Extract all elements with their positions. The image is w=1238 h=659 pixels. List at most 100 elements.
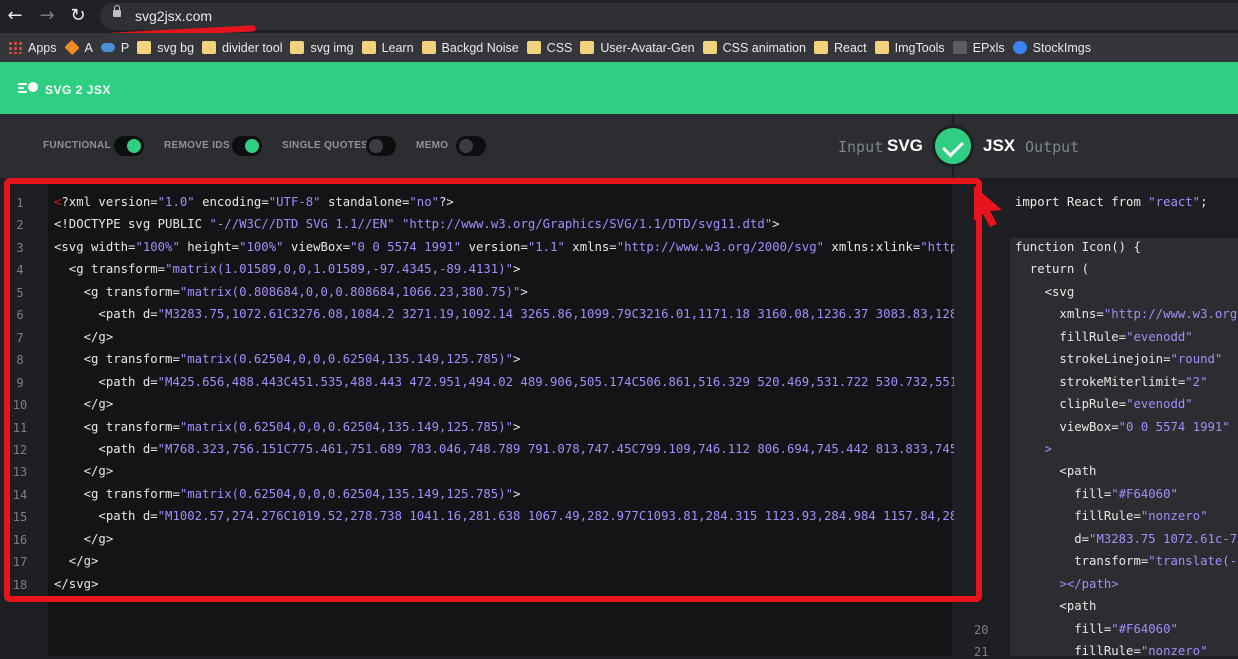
- code-line: <path: [1015, 599, 1097, 614]
- bookmark-p[interactable]: P: [100, 40, 130, 55]
- back-arrow-icon[interactable]: ←: [5, 6, 25, 26]
- line-number: 11: [12, 420, 28, 435]
- line-number: 16: [12, 532, 28, 547]
- code-line: viewBox="0 0 5574 1991": [1015, 419, 1230, 434]
- forward-arrow-icon[interactable]: →: [37, 6, 57, 26]
- line-number: 7: [16, 330, 24, 345]
- bookmark-label: svg bg: [157, 40, 195, 55]
- bookmark-svg-img[interactable]: svg img: [290, 41, 354, 55]
- folder-icon: [814, 41, 828, 54]
- stock-icon: [1012, 41, 1027, 54]
- bookmark-label: Apps: [28, 40, 57, 55]
- reload-icon[interactable]: ↻: [68, 6, 88, 26]
- bookmark-imgtools[interactable]: ImgTools: [874, 40, 945, 55]
- code-line: <!DOCTYPE svg PUBLIC "-//W3C//DTD SVG 1.…: [54, 217, 780, 232]
- code-line: fillRule="nonzero": [1015, 644, 1208, 656]
- logo-icon: [18, 80, 38, 94]
- code-line: <path d="M768.323,756.151C775.461,751.68…: [54, 441, 1002, 456]
- ep-icon: [952, 41, 967, 54]
- bookmark-react[interactable]: React: [814, 41, 867, 55]
- url-text: svg2jsx.com: [135, 8, 213, 24]
- code-line: >: [1044, 441, 1053, 456]
- line-number: 10: [12, 398, 28, 413]
- folder-icon: [874, 41, 889, 54]
- code-line: fill="#F64060": [1015, 486, 1178, 501]
- bookmark-label: CSS animation: [722, 40, 806, 55]
- bookmark-label: ImgTools: [894, 40, 945, 55]
- option-remove-ids-label: REMOVE IDS: [164, 140, 230, 151]
- code-line: <g transform="matrix(0.808684,0,0,0.8086…: [54, 284, 528, 299]
- folder-icon: [290, 41, 305, 54]
- box-icon: [63, 39, 80, 56]
- bookmark-learn[interactable]: Learn: [361, 40, 414, 55]
- line-number: 1: [16, 196, 24, 210]
- code-line: <path: [1015, 464, 1097, 479]
- line-number: 6: [16, 308, 24, 323]
- output-editor[interactable]: import React from "react"; function Icon(…: [1010, 178, 1238, 656]
- bookmark-label: EPxls: [972, 40, 1005, 55]
- line-number: 8: [16, 353, 24, 368]
- address-bar[interactable]: svg2jsx.com: [100, 3, 1238, 30]
- toggle-functional[interactable]: [114, 136, 144, 156]
- line-number: 2: [16, 218, 24, 233]
- folder-icon: [421, 41, 436, 54]
- code-line: strokeMiterlimit="2": [1015, 374, 1208, 389]
- code-line: </g>: [54, 531, 114, 546]
- code-line: xmlns="http://www.w3.org/2: [1015, 307, 1238, 322]
- toggle-single-quotes[interactable]: [366, 136, 396, 156]
- bookmark-label: A: [84, 40, 93, 55]
- line-number: 15: [12, 510, 28, 525]
- line-number: 3: [16, 240, 24, 255]
- cloud-icon: [100, 43, 115, 52]
- folder-icon: [526, 41, 541, 54]
- code-line: return (: [1015, 262, 1090, 277]
- bookmark-user-avatar-gen[interactable]: User-Avatar-Gen: [580, 40, 695, 55]
- option-single-quotes-label: SINGLE QUOTES: [282, 140, 369, 151]
- folder-icon: [361, 41, 376, 54]
- code-line: </g>: [54, 554, 99, 569]
- code-line: <g transform="matrix(0.62504,0,0,0.62504…: [54, 419, 521, 434]
- bookmark-label: CSS: [546, 40, 573, 55]
- bookmark-a[interactable]: A: [63, 39, 93, 56]
- bookmark-css[interactable]: CSS: [526, 40, 573, 55]
- code-line: <?xml version="1.0" encoding="UTF-8" sta…: [54, 195, 454, 209]
- toggle-remove-ids[interactable]: [232, 136, 262, 156]
- code-line: clipRule="evenodd": [1015, 397, 1193, 412]
- option-functional-label: FUNCTIONAL: [43, 140, 111, 151]
- code-line: </g>: [54, 464, 114, 479]
- code-line: fillRule="evenodd": [1015, 329, 1193, 344]
- line-number: 4: [16, 263, 24, 278]
- red-arrow-annotation: [974, 186, 1002, 227]
- bookmark-apps[interactable]: Apps: [8, 41, 57, 55]
- folder-icon: [137, 41, 152, 54]
- folder-icon: [202, 41, 217, 54]
- line-number: 9: [16, 375, 24, 390]
- apps-grid-icon: [8, 41, 22, 54]
- output-type-label: JSX: [983, 136, 1016, 155]
- bookmark-label: divider tool: [222, 40, 283, 55]
- line-number: 21: [974, 645, 989, 659]
- bookmark-stockimgs[interactable]: StockImgs: [1012, 41, 1091, 55]
- bookmark-css-animation[interactable]: CSS animation: [702, 40, 806, 55]
- bookmark-label: User-Avatar-Gen: [600, 40, 695, 55]
- toggle-memo[interactable]: [456, 136, 486, 156]
- code-line: <path d="M3283.75,1072.61C3276.08,1084.2…: [54, 307, 1002, 322]
- bookmark-label: Learn: [381, 40, 414, 55]
- bookmark-svg-bg[interactable]: svg bg: [137, 41, 194, 55]
- code-line: <g transform="matrix(0.62504,0,0,0.62504…: [54, 486, 521, 501]
- code-line: d="M3283.75 1072.61c-7.6: [1015, 531, 1238, 546]
- code-line: fill="#F64060": [1015, 621, 1178, 636]
- convert-check-icon[interactable]: [932, 125, 974, 167]
- bookmark-epxls[interactable]: EPxls: [952, 40, 1005, 55]
- line-number: 13: [12, 465, 28, 480]
- input-line-gutter: 1 2 3 4 5 6 7 8 9 10 11 12 13 14 15 16 17 18: [0, 178, 48, 656]
- app-title: SVG 2 JSX: [45, 83, 111, 97]
- code-line: fillRule="nonzero": [1015, 509, 1208, 524]
- bookmark-divider-tool[interactable]: divider tool: [202, 41, 282, 55]
- line-number: 12: [12, 442, 28, 457]
- bookmark-backgd-noise[interactable]: Backgd Noise: [421, 41, 519, 55]
- code-line: strokeLinejoin="round": [1015, 352, 1223, 367]
- input-editor[interactable]: 1 2 3 4 5 6 7 8 9 10 11 12 13 14 15 16 17 18 <?xml versio…: [0, 178, 1002, 656]
- bookmark-label: P: [120, 40, 130, 55]
- bookmarks-bar: Apps A Psvg bg divider tool svg img Learn Back…: [0, 33, 1238, 62]
